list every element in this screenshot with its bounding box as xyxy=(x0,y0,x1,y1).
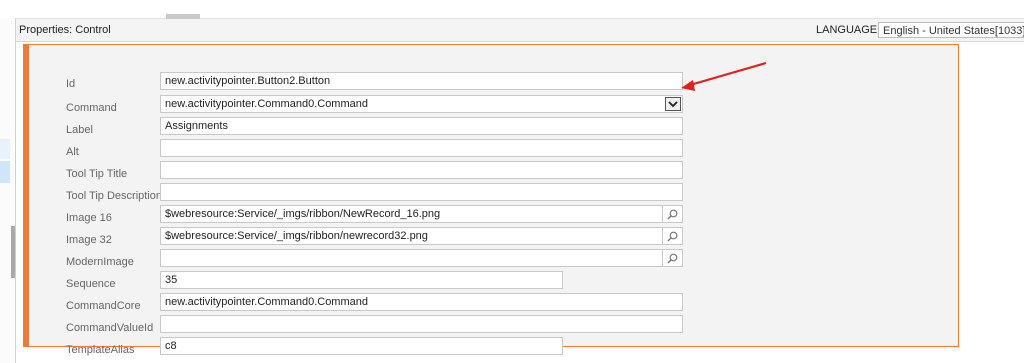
command-core-field[interactable]: new.activitypointer.Command0.Command xyxy=(160,293,683,311)
image16-search-button[interactable] xyxy=(663,205,683,223)
tooltip-description-label: Tool Tip Description xyxy=(66,190,162,202)
image16-field[interactable]: $webresource:Service/_imgs/ribbon/NewRec… xyxy=(160,205,663,223)
label-label: Label xyxy=(66,124,93,136)
tooltip-description-field[interactable] xyxy=(160,183,683,201)
top-strip xyxy=(0,0,1024,20)
alt-label: Alt xyxy=(66,146,79,158)
properties-panel: Properties: Control LANGUAGE: English - … xyxy=(15,19,1024,363)
command-dropdown-value: new.activitypointer.Command0.Command xyxy=(165,98,368,110)
image32-field[interactable]: $webresource:Service/_imgs/ribbon/newrec… xyxy=(160,227,663,245)
chevron-down-icon[interactable] xyxy=(665,97,681,111)
command-label: Command xyxy=(66,102,117,114)
tooltip-title-label: Tool Tip Title xyxy=(66,168,128,180)
search-icon xyxy=(667,253,678,263)
alt-field[interactable] xyxy=(160,139,683,157)
left-gutter xyxy=(0,18,16,363)
command-value-id-field[interactable] xyxy=(160,315,683,333)
modern-image-label: ModernImage xyxy=(66,256,134,268)
sequence-label: Sequence xyxy=(66,278,116,290)
image32-label: Image 32 xyxy=(66,234,112,246)
tooltip-title-field[interactable] xyxy=(160,161,683,179)
language-label: LANGUAGE: xyxy=(816,24,881,36)
panel-title: Properties: Control xyxy=(19,24,111,36)
command-value-id-label: CommandValueId xyxy=(66,322,154,334)
template-alias-label: TemplateAlias xyxy=(66,344,135,356)
search-icon xyxy=(667,231,678,241)
control-properties-form: Id new.activitypointer.Button2.Button Co… xyxy=(23,44,959,356)
image32-search-button[interactable] xyxy=(663,227,683,245)
modern-image-search-button[interactable] xyxy=(663,249,683,267)
template-alias-field[interactable]: c8 xyxy=(160,337,563,355)
command-dropdown[interactable]: new.activitypointer.Command0.Command xyxy=(160,95,683,113)
image16-label: Image 16 xyxy=(66,212,112,224)
left-gutter-item-selected[interactable] xyxy=(0,161,10,183)
label-field[interactable]: Assignments xyxy=(160,117,683,135)
properties-header: Properties: Control LANGUAGE: English - … xyxy=(16,19,1024,42)
search-icon xyxy=(667,209,678,219)
left-gutter-item[interactable] xyxy=(0,139,10,159)
id-label: Id xyxy=(66,78,76,90)
id-field[interactable]: new.activitypointer.Button2.Button xyxy=(160,72,683,90)
sequence-field[interactable]: 35 xyxy=(160,271,563,289)
command-core-label: CommandCore xyxy=(66,300,141,312)
modern-image-field[interactable] xyxy=(160,249,663,267)
language-select[interactable]: English - United States[1033] xyxy=(878,22,1024,38)
